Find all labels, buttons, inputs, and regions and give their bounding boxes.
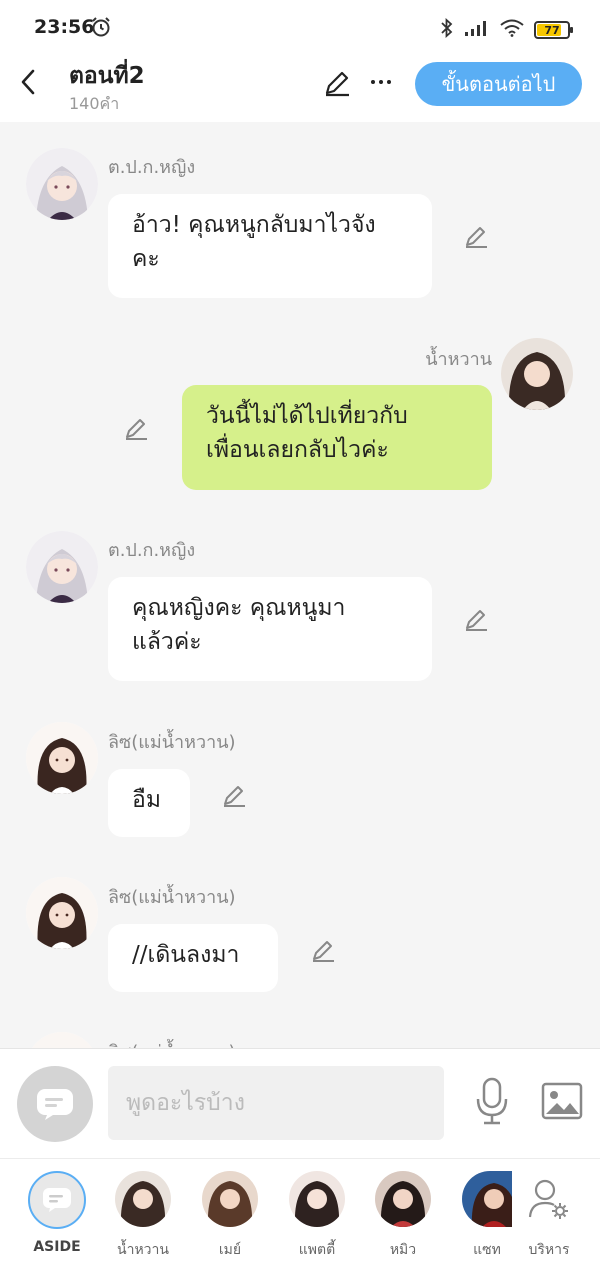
character-tabs: ASIDE น้ำหวาน เมย์ แพตตี้ หมิว แซท บริหา…	[0, 1158, 600, 1267]
aside-icon	[28, 1171, 86, 1229]
tab-character[interactable]: น้ำหวาน	[104, 1171, 182, 1261]
next-step-button[interactable]: ขั้นตอนต่อไป	[415, 62, 582, 106]
message-bubble[interactable]: อืม	[108, 769, 190, 837]
signal-icon	[464, 19, 490, 41]
message-line: คุณหญิงคะ คุณหนูมา	[132, 595, 346, 621]
image-button[interactable]	[541, 1081, 583, 1125]
tab-character[interactable]: แพตตี้	[278, 1171, 356, 1261]
tab-label: เมย์	[218, 1242, 242, 1258]
edit-message-icon[interactable]	[123, 416, 149, 442]
alarm-icon	[90, 16, 112, 42]
message-row: ต.ป.ก.หญิง คุณหญิงคะ คุณหนูมา แล้วค่ะ	[0, 512, 600, 702]
tab-label: บริหาร	[528, 1242, 570, 1258]
battery-icon: 77	[534, 21, 573, 39]
back-button[interactable]	[12, 64, 44, 100]
edit-message-icon[interactable]	[463, 224, 489, 250]
tab-character[interactable]: เมย์	[191, 1171, 269, 1261]
bluetooth-icon	[440, 17, 454, 42]
message-row: ลิซ(แม่น้ำหวาน)	[0, 1012, 600, 1048]
message-line: คะ	[132, 246, 160, 272]
avatar[interactable]	[26, 148, 98, 220]
avatar[interactable]	[26, 1032, 98, 1048]
sender-name: ต.ป.ก.หญิง	[108, 540, 196, 561]
composer	[0, 1048, 600, 1158]
message-input[interactable]	[108, 1066, 444, 1140]
message-row: ต.ป.ก.หญิง อ้าว! คุณหนูกลับมาไวจัง คะ	[0, 122, 600, 312]
message-line: อ้าว! คุณหนูกลับมาไวจัง	[132, 212, 376, 238]
chat-bubble-icon	[37, 1089, 73, 1120]
avatar[interactable]	[501, 338, 573, 410]
tab-label: น้ำหวาน	[117, 1242, 169, 1258]
avatar	[202, 1171, 258, 1227]
avatar	[375, 1171, 431, 1227]
avatar	[462, 1171, 512, 1227]
image-icon	[541, 1082, 583, 1120]
edit-message-icon[interactable]	[221, 783, 247, 809]
sender-name: ต.ป.ก.หญิง	[108, 157, 196, 178]
microphone-button[interactable]	[474, 1077, 510, 1129]
chat-area[interactable]: ต.ป.ก.หญิง อ้าว! คุณหนูกลับมาไวจัง คะ น้…	[0, 122, 600, 1048]
tab-character[interactable]: หมิว	[364, 1171, 442, 1261]
user-settings-icon	[521, 1171, 577, 1227]
message-line: แล้วค่ะ	[132, 629, 202, 655]
sender-name: ลิซ(แม่น้ำหวาน)	[108, 1037, 236, 1048]
message-row: ลิซ(แม่น้ำหวาน) อืม	[0, 702, 600, 857]
message-row: ลิซ(แม่น้ำหวาน) //เดินลงมา	[0, 857, 600, 1012]
sender-name: ลิซ(แม่น้ำหวาน)	[108, 887, 236, 908]
pencil-icon	[325, 71, 349, 97]
tab-label: ASIDE	[33, 1239, 81, 1255]
sender-name: น้ำหวาน	[425, 349, 492, 370]
message-bubble[interactable]: วันนี้ไม่ได้ไปเที่ยวกับ เพื่อนเลยกลับไวค…	[182, 385, 492, 490]
message-bubble[interactable]: //เดินลงมา	[108, 924, 278, 992]
header: ตอนที่2 140คำ ขั้นตอนต่อไป	[0, 56, 600, 122]
status-bar: 23:56 77	[0, 0, 600, 56]
aside-toggle-button[interactable]	[17, 1066, 93, 1142]
message-line: วันนี้ไม่ได้ไปเที่ยวกับ	[206, 403, 408, 429]
avatar	[115, 1171, 171, 1227]
battery-level: 77	[544, 23, 560, 37]
microphone-icon	[476, 1077, 508, 1125]
message-line: เพื่อนเลยกลับไวค่ะ	[206, 437, 389, 463]
message-row: น้ำหวาน วันนี้ไม่ได้ไปเที่ยวกับ เพื่อนเล…	[0, 312, 600, 512]
avatar[interactable]	[26, 531, 98, 603]
wifi-icon	[500, 19, 524, 41]
avatar	[289, 1171, 345, 1227]
tab-label: แซท	[473, 1242, 501, 1258]
chevron-left-icon	[21, 69, 35, 95]
status-icons: 77	[440, 17, 573, 42]
avatar[interactable]	[26, 722, 98, 794]
edit-message-icon[interactable]	[310, 938, 336, 964]
status-time: 23:56	[34, 16, 95, 38]
message-bubble[interactable]: อ้าว! คุณหนูกลับมาไวจัง คะ	[108, 194, 432, 298]
message-line: อืม	[132, 787, 161, 813]
avatar[interactable]	[26, 877, 98, 949]
more-icon	[371, 80, 391, 84]
page-title: ตอนที่2	[69, 63, 145, 89]
message-bubble[interactable]: คุณหญิงคะ คุณหนูมา แล้วค่ะ	[108, 577, 432, 681]
sender-name: ลิซ(แม่น้ำหวาน)	[108, 732, 236, 753]
tab-label: หมิว	[389, 1242, 417, 1258]
edit-title-button[interactable]	[322, 68, 352, 102]
edit-message-icon[interactable]	[463, 607, 489, 633]
message-line: //เดินลงมา	[132, 942, 240, 968]
tab-label: แพตตี้	[298, 1242, 336, 1258]
word-count: 140คำ	[69, 94, 120, 113]
tab-manage[interactable]: บริหาร	[510, 1171, 588, 1261]
more-button[interactable]	[369, 66, 393, 102]
tab-aside[interactable]: ASIDE	[18, 1171, 96, 1255]
